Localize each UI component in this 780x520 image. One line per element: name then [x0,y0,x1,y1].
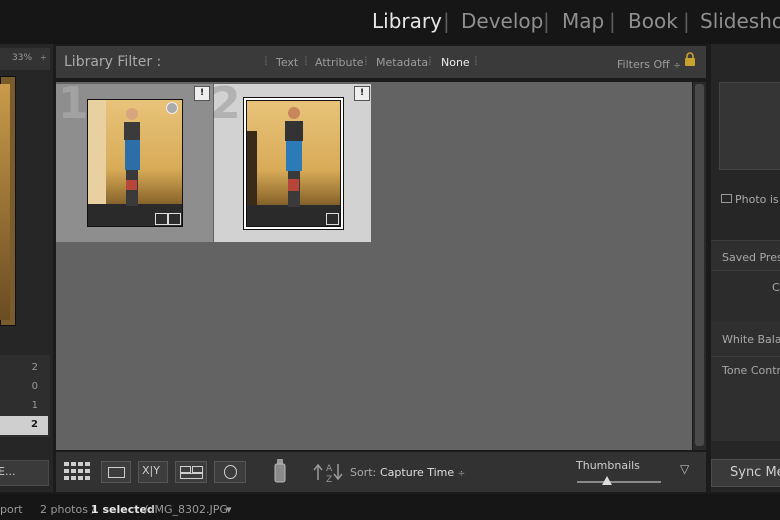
alert-badge: ! [354,86,370,101]
filter-attribute[interactable]: Attribute [315,56,364,69]
filter-separator: ⁞ [304,54,308,68]
painter-icon[interactable] [272,458,288,484]
svg-text:A: A [326,464,333,474]
catalog-count: 1 [31,400,38,411]
status-filename[interactable]: / IMG_8302.JPG [144,503,228,516]
photo-image [247,107,340,226]
module-separator: | [543,9,550,33]
catalog-count: 2 [31,362,38,373]
filter-none[interactable]: None [441,56,470,69]
thumbnail-size-slider[interactable] [577,481,661,483]
zoom-arrow-icon[interactable]: ÷ [40,53,47,62]
module-slideshow[interactable]: Slideshow [700,9,780,33]
filter-presets-dropdown[interactable]: Filters Off ÷ [617,58,681,71]
cell-index: 2 [210,78,241,129]
module-separator: | [609,9,616,33]
histogram-info: Photo is n [721,193,780,206]
filter-separator: ⁞ [264,54,268,68]
filter-text[interactable]: Text [276,56,298,69]
thumbnails-label: Thumbnails [576,459,640,472]
module-develop[interactable]: Develop [461,9,543,33]
module-separator: | [443,9,450,33]
filter-separator: ⁞ [364,54,368,68]
alert-badge: ! [194,86,210,101]
develop-adjustment-icon [168,213,181,225]
photo-thumbnail[interactable] [87,99,183,227]
saved-preset-row[interactable]: Saved Preset [722,251,780,264]
sort-direction-icon[interactable]: A Z [312,460,344,485]
preset-dropdown[interactable]: C [772,281,780,294]
photo-image [88,100,182,226]
catalog-row-selected[interactable]: 2 [0,416,48,435]
svg-text:Z: Z [326,475,332,484]
filter-separator: ⁞ [428,54,432,68]
thumbnail-size-knob[interactable] [602,476,613,485]
target-collection-icon[interactable] [166,102,178,114]
photo-thumbnail[interactable] [246,100,341,227]
status-file-arrow-icon[interactable]: ▾ [226,503,232,516]
filter-separator: ⁞ [474,54,478,68]
original-photo-icon [721,194,732,203]
export-button[interactable]: E... [0,460,49,486]
navigator-zoom[interactable]: 33% [12,53,32,63]
tone-control-row[interactable]: Tone Control [722,364,780,377]
dropdown-arrow-icon: ÷ [673,61,681,71]
module-book[interactable]: Book [628,9,678,33]
grid-view-icon[interactable] [63,461,91,481]
develop-adjustment-icon [326,213,339,225]
cell-index: 1 [58,78,89,129]
dropdown-arrow-icon: ÷ [457,469,466,479]
catalog-row[interactable]: 0 [0,378,48,397]
saved-preset-controls [711,270,780,321]
module-library[interactable]: Library [372,9,442,33]
grid-scroll-thumb[interactable] [695,84,704,446]
library-filter-title: Library Filter : [64,54,162,70]
histogram [719,82,780,170]
module-separator: | [683,9,690,33]
lock-icon[interactable] [684,52,696,66]
white-balance-row[interactable]: White Balanc [722,333,780,346]
sync-metadata-button[interactable]: Sync Me [711,459,780,487]
status-photo-count: 2 photos / [40,503,96,516]
toolbar-menu-icon[interactable]: ▽ [680,462,689,476]
catalog-row[interactable]: 1 [0,397,48,416]
sort-dropdown[interactable]: Capture Time ÷ [380,466,465,479]
catalog-count: 0 [31,381,38,392]
catalog-count: 2 [31,419,38,430]
people-view-icon[interactable] [214,461,246,483]
sort-label: Sort: [350,466,377,479]
module-map[interactable]: Map [562,9,604,33]
panel-divider [711,356,780,357]
compare-view-icon[interactable]: X|Y [138,461,168,483]
status-import[interactable]: port [0,503,23,516]
navigator-preview-image [0,84,10,320]
loupe-view-icon[interactable] [101,461,131,483]
survey-view-icon[interactable] [175,461,207,483]
crop-icon [155,213,168,225]
catalog-row[interactable]: 2 [0,359,48,378]
filter-metadata[interactable]: Metadata [376,56,428,69]
